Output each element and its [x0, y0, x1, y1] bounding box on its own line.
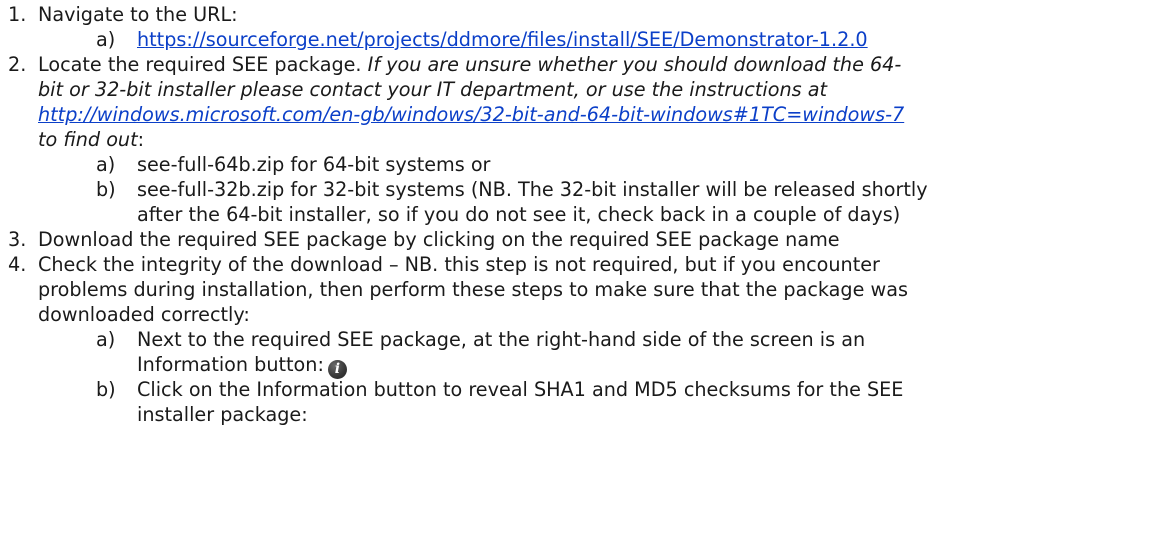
step-2-line-4: to find out:: [38, 127, 144, 152]
step-4-number: 4.: [8, 253, 27, 276]
step-1-text: Navigate to the URL:: [38, 3, 238, 26]
sourceforge-download-link[interactable]: https://sourceforge.net/projects/ddmore/…: [137, 27, 868, 52]
windows-bitness-link[interactable]: http://windows.microsoft.com/en-gb/windo…: [38, 102, 904, 127]
step-2-note-3: to find out: [38, 128, 138, 151]
step-3-text: Download the required SEE package by cli…: [38, 228, 840, 251]
step-2a-letter: a): [96, 153, 116, 176]
step-4-text-3: downloaded correctly:: [38, 303, 250, 326]
step-2-line-1: Locate the required SEE package. If you …: [38, 52, 901, 77]
step-4-text-2: problems during installation, then perfo…: [38, 278, 908, 301]
step-2b-text-1: see-full-32b.zip for 32-bit systems (NB.…: [137, 178, 928, 201]
step-4a-text-2: Information button:: [137, 353, 324, 376]
step-4b-text-2: installer package:: [137, 403, 308, 426]
step-4a-letter: a): [96, 328, 116, 351]
step-4b-text-1: Click on the Information button to revea…: [137, 378, 904, 401]
step-2-number: 2.: [8, 53, 27, 76]
step-2-note-1: If you are unsure whether you should dow…: [367, 53, 902, 76]
step-4a-text-1: Next to the required SEE package, at the…: [137, 328, 866, 351]
step-4b-letter: b): [96, 378, 116, 401]
step-2-note-2: bit or 32-bit installer please contact y…: [38, 78, 827, 101]
step-1a-letter: a): [96, 28, 116, 51]
step-3-number: 3.: [8, 228, 27, 251]
step-2b-letter: b): [96, 178, 116, 201]
step-2-lead: Locate the required SEE package.: [38, 53, 362, 76]
step-2b-text-2: after the 64-bit installer, so if you do…: [137, 203, 901, 226]
step-1-number: 1.: [8, 3, 27, 26]
step-4-text-1: Check the integrity of the download – NB…: [38, 253, 880, 276]
step-2-colon: :: [137, 128, 145, 151]
step-2a-text: see-full-64b.zip for 64-bit systems or: [137, 153, 491, 176]
step-4a-line-2: Information button: i: [137, 352, 347, 379]
